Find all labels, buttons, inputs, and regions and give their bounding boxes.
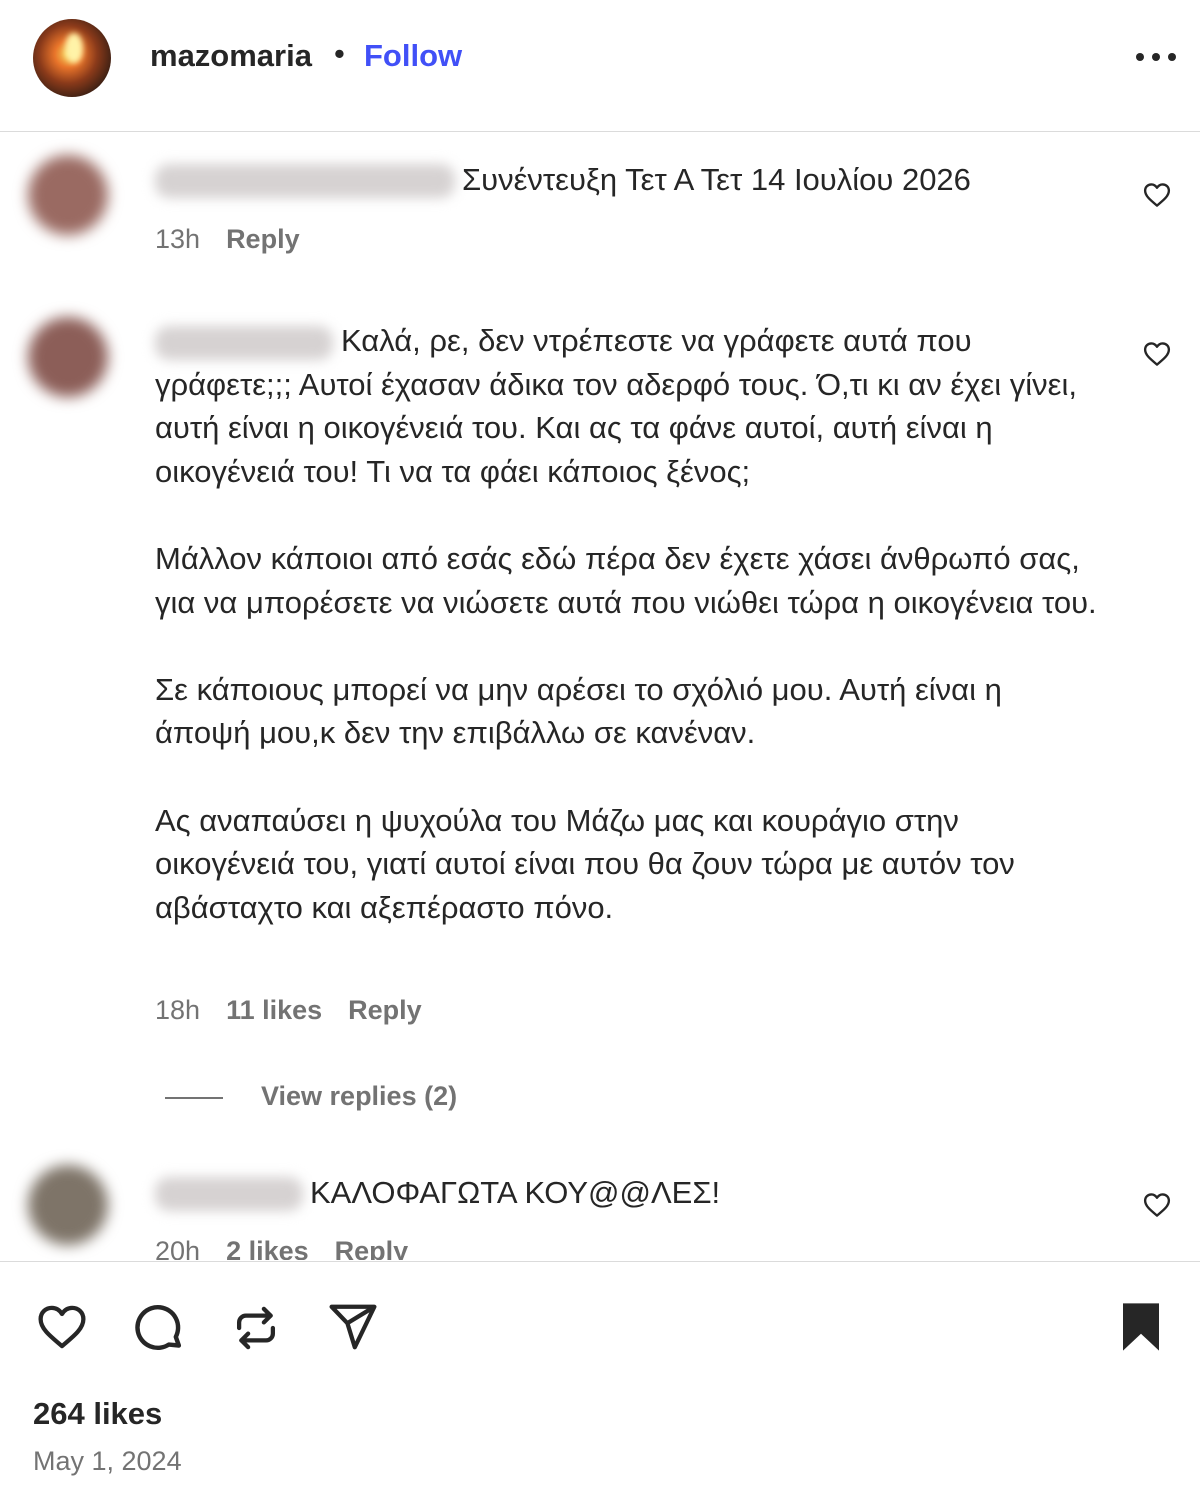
likes-count[interactable]: 264 likes	[33, 1396, 162, 1432]
comment-time: 13h	[155, 224, 201, 254]
comment-meta: 13h Reply	[155, 224, 326, 255]
comments-list[interactable]: Συνέντευξη Τετ Α Τετ 14 Ιουλίου 2026 13h…	[0, 133, 1200, 1260]
comment-time: 20h	[155, 1236, 201, 1260]
reply-button[interactable]: Reply	[226, 224, 300, 254]
commenter-avatar[interactable]	[28, 317, 108, 397]
share-send-icon[interactable]	[325, 1300, 381, 1354]
comment-text: Καλά, ρε, δεν ντρέπεστε να γράφετε αυτά …	[155, 323, 1097, 925]
comment-likes[interactable]: 2 likes	[226, 1236, 309, 1260]
comment-meta: 18h 11 likes Reply	[155, 995, 448, 1026]
commenter-avatar[interactable]	[28, 1165, 108, 1245]
save-bookmark-icon[interactable]	[1117, 1300, 1165, 1354]
comment-text: Συνέντευξη Τετ Α Τετ 14 Ιουλίου 2026	[462, 162, 971, 197]
comment-time: 18h	[155, 995, 201, 1025]
post-header: mazomaria • Follow	[0, 0, 1200, 132]
comment-bubble-icon[interactable]	[130, 1300, 188, 1356]
follow-button[interactable]: Follow	[364, 38, 462, 74]
post-actions-bar: 264 likes May 1, 2024	[0, 1261, 1200, 1495]
comment-text: ΚΑΛΟΦΑΓΩΤΑ ΚΟΥ@@ΛΕΣ!	[310, 1175, 721, 1210]
view-replies-label: View replies (2)	[261, 1081, 458, 1111]
username[interactable]: mazomaria	[150, 38, 312, 74]
separator-dot: •	[334, 36, 345, 71]
comment-like-icon[interactable]	[1141, 339, 1173, 369]
avatar[interactable]	[33, 19, 111, 97]
reply-button[interactable]: Reply	[348, 995, 422, 1025]
replies-divider	[165, 1097, 223, 1099]
comment-like-icon[interactable]	[1141, 1190, 1173, 1220]
more-options-icon[interactable]	[1132, 46, 1180, 70]
repost-icon[interactable]	[229, 1300, 283, 1356]
post-date: May 1, 2024	[33, 1446, 182, 1476]
comment-likes[interactable]: 11 likes	[226, 995, 322, 1025]
commenter-avatar[interactable]	[28, 155, 108, 235]
comment-like-icon[interactable]	[1141, 180, 1173, 210]
comment-meta: 20h 2 likes Reply	[155, 1236, 434, 1260]
commenter-name-blurred[interactable]	[155, 164, 455, 198]
fire-image	[65, 33, 83, 63]
commenter-name-blurred[interactable]	[155, 1177, 303, 1211]
reply-button[interactable]: Reply	[335, 1236, 409, 1260]
like-heart-icon[interactable]	[33, 1300, 91, 1354]
